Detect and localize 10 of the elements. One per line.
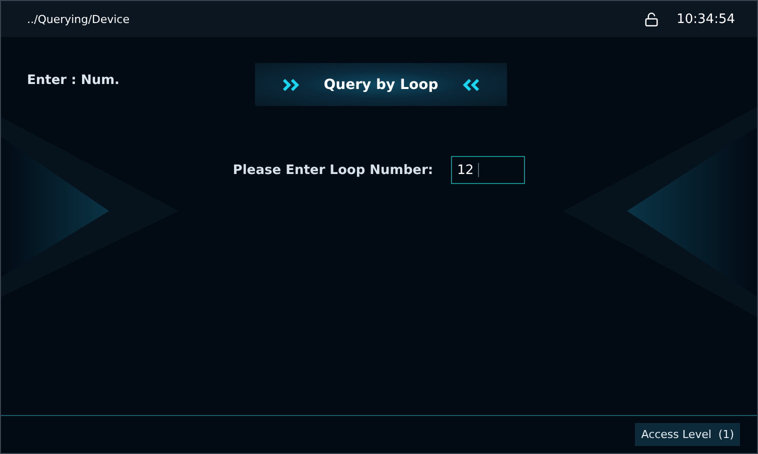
text-cursor	[478, 163, 480, 177]
breadcrumb-path: ../Querying/Device	[27, 12, 130, 26]
clock-time: 10:34:54	[676, 12, 735, 26]
chevrons-icon	[460, 78, 480, 90]
loop-number-label: Please Enter Loop Number:	[232, 162, 434, 178]
loop-number-field[interactable]: 12	[451, 156, 526, 184]
chevrons-icon	[282, 78, 302, 90]
entry-mode-label: Enter : Num.	[27, 72, 120, 88]
access-level-badge: Access Level (1)	[635, 423, 740, 446]
page-title: Query by Loop	[324, 76, 438, 92]
